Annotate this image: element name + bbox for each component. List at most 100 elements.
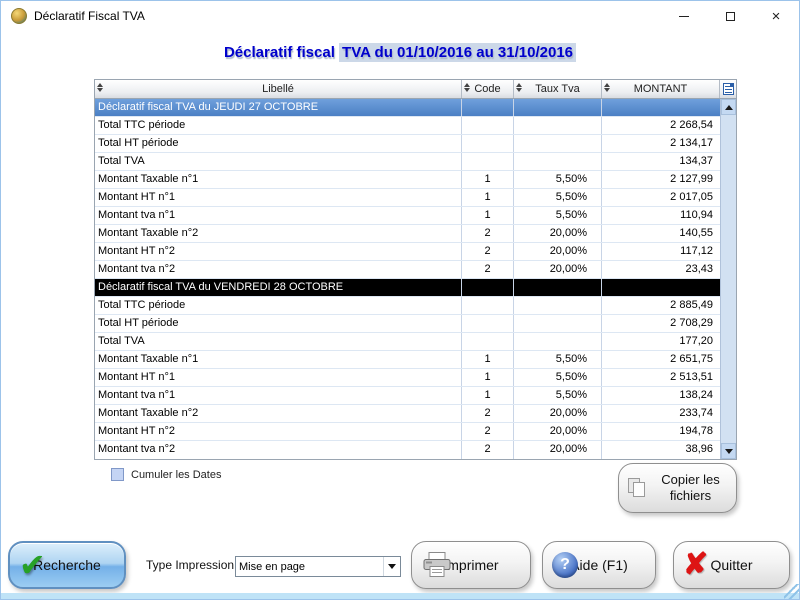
cell-montant: 23,43 [602, 261, 720, 278]
page-title-prefix: Déclaratif fiscal [224, 44, 339, 61]
column-header-taux-tva[interactable]: Taux Tva [514, 80, 602, 98]
window-title: Déclaratif Fiscal TVA [34, 1, 145, 31]
cell-code: 2 [462, 243, 514, 260]
cell-libelle: Montant tva n°1 [95, 387, 462, 404]
cell-taux: 5,50% [514, 387, 602, 404]
cell-montant: 2 513,51 [602, 369, 720, 386]
cell-code: 2 [462, 225, 514, 242]
scroll-up-button[interactable] [721, 99, 736, 115]
table-properties-icon [723, 83, 734, 95]
table-row[interactable]: Montant HT n°2220,00%117,12 [95, 243, 720, 261]
cell-montant: 140,55 [602, 225, 720, 242]
table-row[interactable]: Montant tva n°115,50%110,94 [95, 207, 720, 225]
column-header-code[interactable]: Code [462, 80, 514, 98]
close-button[interactable]: × [753, 1, 799, 31]
column-label: Libellé [262, 83, 294, 95]
cell-taux: 5,50% [514, 189, 602, 206]
dropdown-button[interactable] [383, 557, 400, 576]
table-row[interactable]: Total TVA134,37 [95, 153, 720, 171]
cell-taux: 5,50% [514, 351, 602, 368]
print-button[interactable]: Imprimer [411, 541, 531, 589]
copy-files-icon [628, 478, 648, 498]
cell-libelle: Montant HT n°1 [95, 369, 462, 386]
cell-montant: 2 017,05 [602, 189, 720, 206]
cell-code: 2 [462, 405, 514, 422]
cell-taux [514, 333, 602, 350]
table-properties-button[interactable] [720, 80, 736, 98]
cumuler-dates-checkbox[interactable] [111, 468, 124, 481]
cell-code: 1 [462, 351, 514, 368]
column-label: MONTANT [634, 83, 688, 95]
cell-taux: 20,00% [514, 441, 602, 459]
cell-code: 2 [462, 441, 514, 459]
table-row[interactable]: Total TTC période 2 268,54 [95, 117, 720, 135]
close-icon: × [772, 9, 781, 24]
cell-taux: 5,50% [514, 369, 602, 386]
table-row[interactable]: Montant HT n°115,50%2 017,05 [95, 189, 720, 207]
cell-taux [514, 117, 602, 134]
sort-icon [604, 83, 610, 92]
cell-taux: 20,00% [514, 405, 602, 422]
cell-montant [602, 99, 720, 116]
scroll-down-button[interactable] [721, 443, 736, 459]
cell-libelle: Montant HT n°2 [95, 243, 462, 260]
type-impression-select[interactable]: Mise en page [235, 556, 401, 577]
cell-code: 1 [462, 207, 514, 224]
cell-code [462, 99, 514, 116]
table-row[interactable]: Montant Taxable n°2220,00%140,55 [95, 225, 720, 243]
cell-taux: 20,00% [514, 225, 602, 242]
table-row[interactable]: Montant HT n°115,50%2 513,51 [95, 369, 720, 387]
cell-montant: 2 134,17 [602, 135, 720, 152]
cell-montant: 117,12 [602, 243, 720, 260]
minimize-button[interactable] [661, 1, 707, 31]
cell-libelle: Total HT période [95, 135, 462, 152]
cell-libelle: Montant Taxable n°2 [95, 225, 462, 242]
table-row[interactable]: Montant Taxable n°2220,00%233,74 [95, 405, 720, 423]
table-row[interactable]: Total HT période 2 134,17 [95, 135, 720, 153]
table-row[interactable]: Déclaratif fiscal TVA du VENDREDI 28 OCT… [95, 279, 720, 297]
table-row[interactable]: Montant HT n°2220,00%194,78 [95, 423, 720, 441]
table-row[interactable]: Montant tva n°2220,00%38,96 [95, 441, 720, 459]
cell-montant: 38,96 [602, 441, 720, 459]
quit-button[interactable]: ✘ Quitter [673, 541, 790, 589]
cell-montant [602, 279, 720, 296]
column-header-montant[interactable]: MONTANT [602, 80, 720, 98]
resize-grip[interactable] [784, 584, 799, 599]
table-row[interactable]: Montant tva n°2220,00%23,43 [95, 261, 720, 279]
arrow-up-icon [725, 105, 733, 110]
table-row[interactable]: Montant tva n°115,50%138,24 [95, 387, 720, 405]
tva-table: Libellé Code Taux Tva MONTANT Déclaratif… [94, 79, 737, 460]
cell-taux: 5,50% [514, 207, 602, 224]
check-icon: ✔ [19, 549, 46, 581]
cell-code: 2 [462, 423, 514, 440]
search-button[interactable]: ✔ Recherche [8, 541, 126, 589]
table-body: Déclaratif fiscal TVA du JEUDI 27 OCTOBR… [95, 99, 720, 459]
maximize-button[interactable] [707, 1, 753, 31]
cell-libelle: Déclaratif fiscal TVA du VENDREDI 28 OCT… [95, 279, 462, 296]
cell-code: 1 [462, 387, 514, 404]
cell-taux: 20,00% [514, 423, 602, 440]
copy-files-button[interactable]: Copier les fichiers [618, 463, 737, 513]
table-row[interactable]: Total TVA177,20 [95, 333, 720, 351]
window-bottom-edge [1, 593, 799, 599]
cell-code: 1 [462, 189, 514, 206]
cell-libelle: Total TTC période [95, 117, 462, 134]
vertical-scrollbar[interactable] [720, 99, 736, 459]
cell-montant: 2 268,54 [602, 117, 720, 134]
help-button[interactable]: ? Aide (F1) [542, 541, 656, 589]
table-row[interactable]: Montant Taxable n°115,50%2 127,99 [95, 171, 720, 189]
table-row[interactable]: Total HT période2 708,29 [95, 315, 720, 333]
table-row[interactable]: Déclaratif fiscal TVA du JEUDI 27 OCTOBR… [95, 99, 720, 117]
table-row[interactable]: Montant Taxable n°115,50%2 651,75 [95, 351, 720, 369]
cell-taux: 5,50% [514, 171, 602, 188]
cell-taux: 20,00% [514, 261, 602, 278]
arrow-down-icon [725, 449, 733, 454]
cumuler-dates-label[interactable]: Cumuler les Dates [131, 469, 221, 481]
table-row[interactable]: Total TTC période2 885,49 [95, 297, 720, 315]
app-icon [11, 8, 27, 24]
cell-code: 2 [462, 261, 514, 278]
column-label: Code [474, 83, 500, 95]
column-header-libelle[interactable]: Libellé [95, 80, 462, 98]
cell-taux [514, 99, 602, 116]
cell-montant: 110,94 [602, 207, 720, 224]
